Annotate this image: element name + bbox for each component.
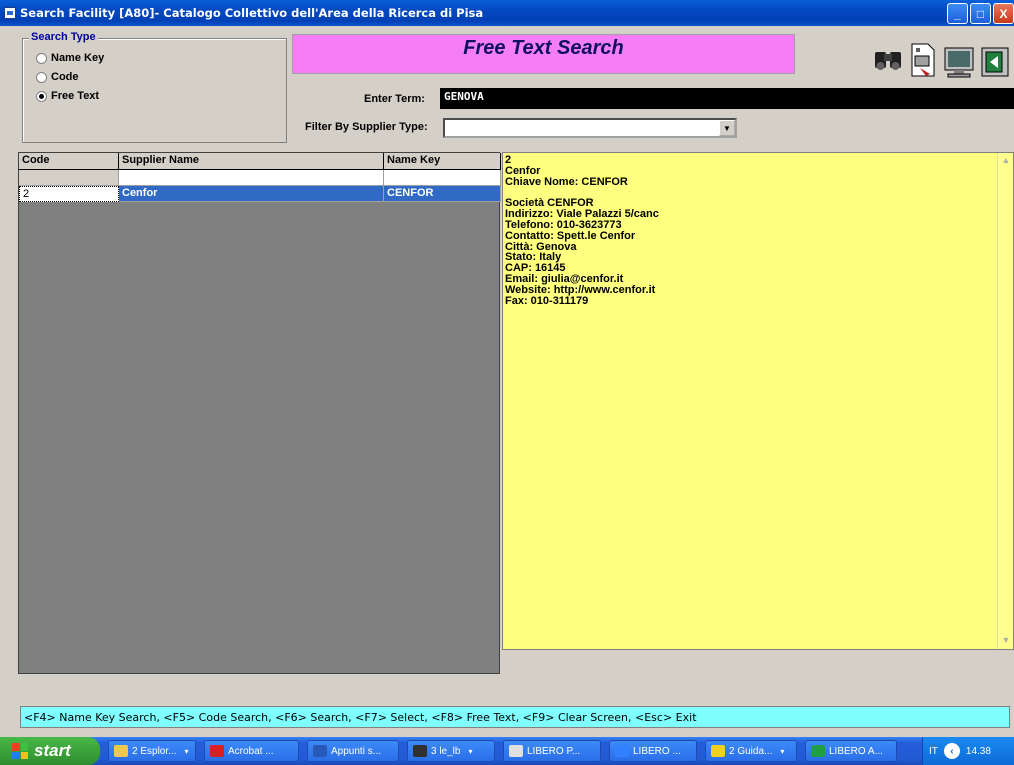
taskbar-button[interactable]: 3 le_lb ▾ [407, 740, 495, 762]
taskbar-button-label: LIBERO A... [829, 745, 883, 757]
detail-text: 2 Cenfor Chiave Nome: CENFOR Società CENFOR… [505, 155, 1011, 306]
binoculars-icon[interactable] [871, 40, 905, 80]
acrobat-icon [210, 745, 224, 757]
radio-label: Free Text [51, 90, 100, 102]
search-type-legend: Search Type [29, 31, 98, 43]
enter-term-label: Enter Term: [364, 93, 425, 105]
libero-icon [615, 745, 629, 757]
cell-supplier-name: Cenfor [119, 186, 384, 202]
detail-line: Chiave Nome: CENFOR [505, 175, 628, 188]
taskbar-button-label: LIBERO P... [527, 745, 581, 757]
window-title: Search Facility [A80]- Catalogo Colletti… [20, 6, 484, 20]
windows-logo-icon [12, 743, 28, 759]
system-tray: IT ‹ 14.38 [922, 737, 1014, 765]
taskbar-button[interactable]: Appunti s... [307, 740, 399, 762]
radio-label: Code [51, 71, 79, 83]
radio-label: Name Key [51, 52, 105, 64]
radio-button-checked[interactable] [36, 90, 47, 102]
minimize-button[interactable]: _ [947, 3, 968, 24]
start-button[interactable]: start [0, 737, 100, 765]
search-mode-banner: Free Text Search [292, 34, 795, 74]
radio-free-text[interactable]: Free Text [36, 90, 99, 102]
radio-name-key[interactable]: Name Key [36, 52, 104, 64]
radio-code[interactable]: Code [36, 71, 79, 83]
taskbar-button-label: Acrobat ... [228, 745, 274, 757]
detail-line: Contatto: Spett.le Cenfor [505, 229, 636, 242]
detail-line: Stato: Italy [505, 251, 562, 264]
monitor-icon[interactable] [942, 40, 976, 80]
search-type-group: Search Type Name Key Code Free Text [22, 31, 287, 143]
taskbar-button[interactable]: 2 Esplor... ▾ [108, 740, 196, 762]
detail-scrollbar[interactable]: ▲ ▼ [997, 153, 1013, 649]
cell-name-key [384, 170, 501, 186]
libero-books-icon [811, 745, 825, 757]
shortcut-status-bar: <F4> Name Key Search, <F5> Code Search, … [20, 706, 1010, 728]
taskbar-button-label: 2 Guida... [729, 745, 773, 757]
help-icon [711, 745, 725, 757]
language-indicator[interactable]: IT [929, 746, 938, 757]
taskbar-button-label: 3 le_lb [431, 745, 461, 757]
scroll-down-icon[interactable]: ▼ [1000, 635, 1012, 647]
chevron-down-icon: ▾ [468, 746, 473, 756]
maximize-button[interactable]: □ [970, 3, 991, 24]
exit-icon[interactable] [978, 40, 1012, 80]
grid-header: Code Supplier Name Name Key [19, 153, 501, 170]
radio-button[interactable] [36, 52, 47, 64]
taskbar-button-label: Appunti s... [331, 745, 382, 757]
table-row[interactable] [19, 170, 501, 186]
taskbar-button[interactable]: Acrobat ... [204, 740, 299, 762]
taskbar-button[interactable]: LIBERO ... [609, 740, 697, 762]
tray-expand-icon[interactable]: ‹ [943, 743, 960, 759]
column-header-supplier-name[interactable]: Supplier Name [119, 153, 384, 170]
chevron-down-icon: ▾ [780, 746, 785, 756]
detail-line: Cenfor [505, 164, 541, 177]
taskbar-button[interactable]: LIBERO P... [503, 740, 601, 762]
column-header-name-key[interactable]: Name Key [384, 153, 501, 170]
app-icon [4, 7, 16, 19]
document-export-icon[interactable] [906, 40, 940, 80]
taskbar: start 2 Esplor... ▾ Acrobat ... Appunti s..… [0, 737, 1014, 765]
taskbar-button-label: 2 Esplor... [132, 745, 177, 757]
taskbar-button[interactable]: LIBERO A... [805, 740, 897, 762]
folder-icon [114, 745, 128, 757]
clock: 14.38 [965, 745, 991, 757]
word-icon [313, 745, 327, 757]
close-button[interactable]: X [993, 3, 1014, 24]
column-header-code[interactable]: Code [19, 153, 119, 170]
supplier-grid[interactable]: Code Supplier Name Name Key 2 Cenfor CEN… [18, 152, 501, 674]
cell-code: 2 [19, 186, 119, 202]
taskbar-buttons: 2 Esplor... ▾ Acrobat ... Appunti s... 3 le_… [100, 740, 897, 762]
window-controls: _ □ X [947, 3, 1014, 24]
radio-button[interactable] [36, 71, 47, 83]
detail-line: Fax: 010-311179 [505, 294, 589, 307]
cell-supplier-name [119, 170, 384, 186]
banner-title: Free Text Search [463, 36, 624, 59]
chevron-down-icon[interactable]: ▼ [719, 120, 735, 136]
enter-term-input[interactable]: GENOVA [440, 88, 1014, 109]
title-bar: Search Facility [A80]- Catalogo Colletti… [0, 0, 1014, 26]
detail-line: 2 [505, 154, 512, 166]
search-app-icon [509, 745, 523, 757]
supplier-type-select[interactable]: ▼ [443, 118, 737, 138]
app-icon [413, 745, 427, 757]
cell-code [19, 170, 119, 186]
detail-line: Città: Genova [505, 240, 577, 253]
start-label: start [34, 741, 71, 760]
detail-line: Website: http://www.cenfor.it [505, 283, 656, 296]
taskbar-button[interactable]: 2 Guida... ▾ [705, 740, 797, 762]
filter-supplier-type-label: Filter By Supplier Type: [305, 121, 428, 133]
table-row-selected[interactable]: 2 Cenfor CENFOR [19, 186, 501, 202]
taskbar-button-label: LIBERO ... [633, 745, 681, 757]
chevron-down-icon: ▾ [184, 746, 189, 756]
scroll-up-icon[interactable]: ▲ [1000, 155, 1012, 167]
cell-name-key: CENFOR [384, 186, 501, 202]
supplier-detail-panel[interactable]: 2 Cenfor Chiave Nome: CENFOR Società CENFOR… [502, 152, 1014, 650]
